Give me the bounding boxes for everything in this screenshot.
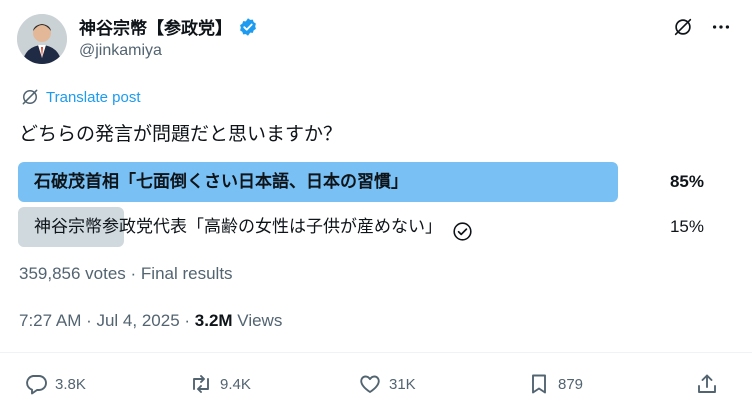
poll-votes-summary: 359,856 votes · Final results (19, 264, 233, 283)
poll-option-text: 神谷宗幣参政党代表「高齢の女性は子供が産めない」 (34, 217, 442, 236)
reply-icon (26, 375, 47, 395)
share-icon (698, 374, 716, 393)
repost-count: 9.4K (220, 375, 251, 393)
bookmark-button[interactable]: 879 (527, 372, 583, 396)
repost-button[interactable]: 9.4K (189, 372, 251, 396)
author-name-row[interactable]: 神谷宗幣【参政党】 (79, 14, 258, 39)
translate-label[interactable]: Translate post (46, 89, 141, 106)
poll-option-percent: 85% (669, 172, 704, 191)
author-handle[interactable]: @jinkamiya (79, 42, 162, 60)
author-name[interactable]: 神谷宗幣【参政党】 (79, 14, 232, 39)
poll-option-2: 神谷宗幣参政党代表「高齢の女性は子供が産めない」 15% (18, 207, 730, 247)
grok-button[interactable] (672, 16, 694, 38)
like-button[interactable]: 31K (358, 372, 416, 396)
voted-check-icon (452, 217, 473, 241)
bookmark-count: 879 (558, 375, 584, 393)
share-button[interactable] (695, 372, 719, 396)
repost-icon (193, 375, 209, 393)
poll-option-label: 神谷宗幣参政党代表「高齢の女性は子供が産めない」 (34, 207, 473, 247)
divider (0, 352, 752, 353)
grok-icon (674, 18, 692, 36)
more-options-button[interactable] (710, 16, 732, 38)
more-dots-icon (712, 25, 730, 29)
views-label: Views (232, 311, 283, 330)
reply-button[interactable]: 3.8K (24, 372, 86, 396)
post-top-actions (672, 16, 732, 38)
bookmark-icon (532, 374, 546, 394)
post-timestamp-row: 7:27 AM · Jul 4, 2025 · 3.2M Views (19, 311, 282, 331)
poll-option-label: 石破茂首相「七面倒くさい日本語、日本の習慣」 (34, 162, 408, 202)
post-text: どちらの発言が問題だと思いますか？ (19, 124, 343, 145)
translate-icon (22, 89, 38, 105)
views-count: 3.2M (194, 311, 233, 330)
translate-post-link[interactable]: Translate post (20, 87, 141, 107)
poll-option-1: 石破茂首相「七面倒くさい日本語、日本の習慣」 85% (18, 162, 730, 202)
verified-badge-icon (238, 17, 258, 37)
heart-icon (360, 375, 380, 393)
avatar-image (17, 14, 67, 64)
avatar[interactable] (17, 14, 67, 64)
poll-option-percent: 15% (669, 217, 704, 236)
post-action-bar: 3.8K 9.4K 31K 879 (0, 372, 752, 400)
poll-option-text: 石破茂首相「七面倒くさい日本語、日本の習慣」 (34, 172, 408, 191)
post-timestamp[interactable]: 7:27 AM · Jul 4, 2025 · (19, 311, 195, 330)
like-count: 31K (389, 375, 416, 393)
reply-count: 3.8K (55, 375, 86, 393)
